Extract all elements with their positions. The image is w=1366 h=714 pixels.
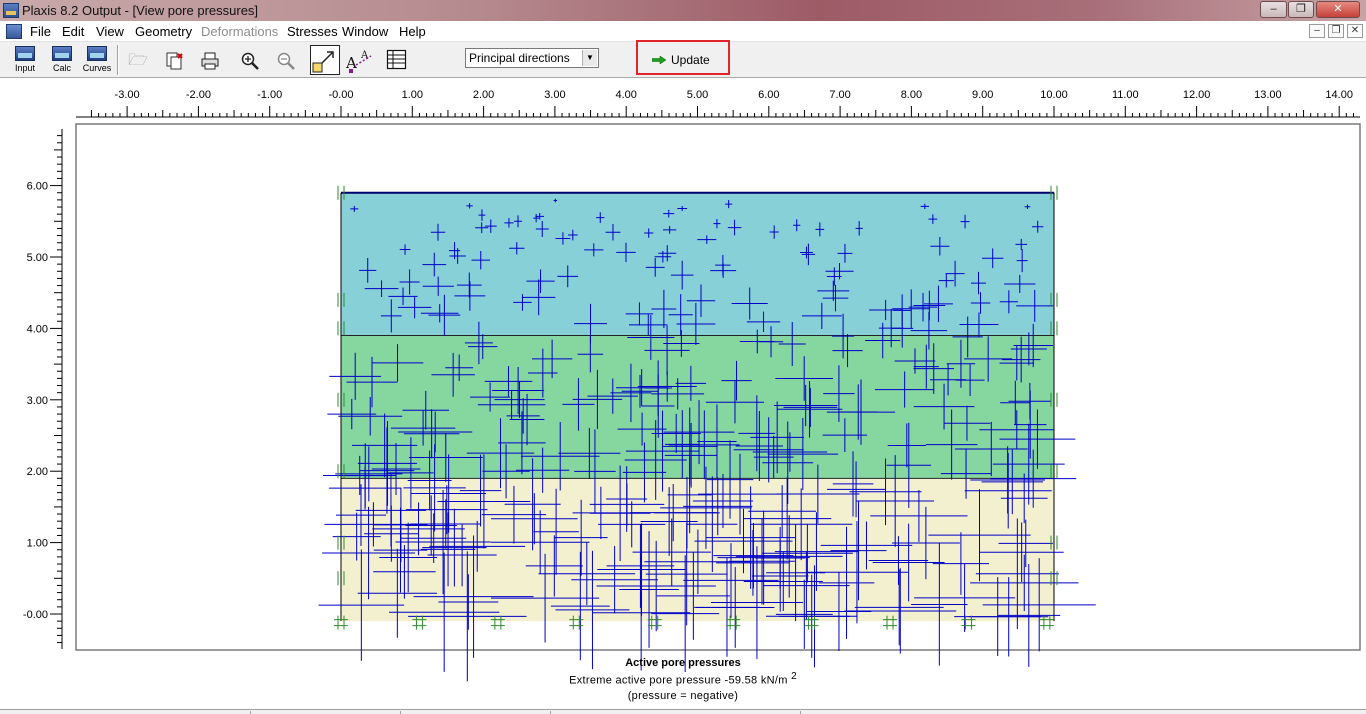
y-tick-label: 6.00 bbox=[27, 181, 48, 193]
x-tick-label: -1.00 bbox=[257, 89, 282, 101]
x-tick-label: 14.00 bbox=[1325, 89, 1353, 101]
curves-program-button[interactable]: Curves bbox=[82, 45, 112, 75]
document-icon[interactable] bbox=[6, 24, 22, 39]
toolbar-separator bbox=[117, 45, 119, 75]
menu-file[interactable]: File bbox=[30, 24, 51, 39]
maximize-button[interactable]: ❐ bbox=[1288, 1, 1314, 18]
x-tick-label: 12.00 bbox=[1183, 89, 1211, 101]
input-program-button[interactable]: Input bbox=[10, 45, 40, 75]
chevron-down-icon[interactable]: ▼ bbox=[582, 50, 597, 66]
y-tick-label: 4.00 bbox=[27, 323, 48, 335]
menu-bar: File Edit View Geometry Deformations Str… bbox=[0, 21, 1366, 42]
view-mode-value: Principal directions bbox=[469, 51, 570, 65]
y-tick-label: -0.00 bbox=[23, 609, 48, 621]
mdi-minimize-button[interactable]: – bbox=[1309, 24, 1325, 38]
x-tick-label: -3.00 bbox=[115, 89, 140, 101]
close-button[interactable]: ✕ bbox=[1316, 1, 1360, 18]
x-tick-label: 13.00 bbox=[1254, 89, 1282, 101]
window-title: Plaxis 8.2 Output - [View pore pressures… bbox=[22, 3, 259, 18]
x-tick-label: 1.00 bbox=[402, 89, 423, 101]
curves-program-label: Curves bbox=[82, 63, 112, 73]
plot-caption-title: Active pore pressures bbox=[625, 657, 741, 669]
print-icon[interactable] bbox=[200, 51, 220, 71]
menu-window[interactable]: Window bbox=[342, 24, 388, 39]
status-bar bbox=[0, 709, 1366, 714]
x-tick-label: 6.00 bbox=[758, 89, 779, 101]
menu-stresses[interactable]: Stresses bbox=[287, 24, 338, 39]
table-icon[interactable] bbox=[386, 49, 408, 71]
annotation-icon[interactable]: AA bbox=[345, 46, 376, 74]
view-mode-dropdown[interactable]: Principal directions ▼ bbox=[465, 48, 599, 68]
y-tick-label: 3.00 bbox=[27, 395, 48, 407]
mdi-close-button[interactable]: ✕ bbox=[1347, 24, 1363, 38]
menu-view[interactable]: View bbox=[96, 24, 124, 39]
input-program-label: Input bbox=[14, 63, 36, 73]
menu-geometry[interactable]: Geometry bbox=[135, 24, 192, 39]
menu-edit[interactable]: Edit bbox=[62, 24, 84, 39]
curves-program-icon bbox=[87, 46, 107, 61]
calc-program-button[interactable]: Calc bbox=[47, 45, 77, 75]
x-tick-label: -0.00 bbox=[328, 89, 353, 101]
pore-pressure-plot[interactable]: -3.00 -2.00 -1.00 -0.00 1.00 2.00 3.00 4.00 5.00… bbox=[0, 79, 1366, 709]
y-tick-label: 2.00 bbox=[27, 466, 48, 478]
y-tick-label: 1.00 bbox=[27, 538, 48, 550]
scale-vectors-icon[interactable] bbox=[310, 45, 340, 75]
calc-program-icon bbox=[52, 46, 72, 61]
plot-caption-note: (pressure = negative) bbox=[627, 690, 739, 702]
open-folder-icon[interactable]: 🗁 bbox=[128, 51, 148, 71]
calc-program-label: Calc bbox=[52, 63, 71, 73]
plot-caption-extreme: Extreme active pore pressure -59.58 kN/m… bbox=[0, 671, 1366, 687]
x-tick-label: 2.00 bbox=[473, 89, 494, 101]
unit-superscript: 2 bbox=[791, 671, 797, 682]
y-tick-label: 5.00 bbox=[27, 252, 48, 264]
plot-area[interactable]: -3.00 -2.00 -1.00 -0.00 1.00 2.00 3.00 4.00 5.00… bbox=[0, 79, 1366, 709]
x-tick-label: -2.00 bbox=[186, 89, 211, 101]
x-tick-label: 8.00 bbox=[901, 89, 922, 101]
copy-to-clipboard-icon[interactable] bbox=[164, 51, 184, 71]
plaxis-app-icon[interactable] bbox=[3, 3, 19, 18]
x-tick-label: 3.00 bbox=[544, 89, 565, 101]
x-tick-label: 10.00 bbox=[1040, 89, 1068, 101]
extreme-pressure-text: Extreme active pore pressure -59.58 kN/m bbox=[569, 674, 788, 687]
zoom-in-icon[interactable] bbox=[240, 51, 260, 71]
menu-deformations[interactable]: Deformations bbox=[201, 24, 278, 39]
input-program-icon bbox=[15, 46, 35, 61]
zoom-out-icon[interactable] bbox=[276, 51, 296, 71]
x-tick-label: 9.00 bbox=[972, 89, 993, 101]
menu-help[interactable]: Help bbox=[399, 24, 426, 39]
svg-text:A: A bbox=[360, 50, 369, 61]
x-tick-label: 7.00 bbox=[829, 89, 850, 101]
minimize-button[interactable]: – bbox=[1260, 1, 1287, 18]
title-bar: Plaxis 8.2 Output - [View pore pressures… bbox=[0, 0, 1366, 21]
mdi-restore-button[interactable]: ❐ bbox=[1328, 24, 1344, 38]
x-tick-label: 5.00 bbox=[687, 89, 708, 101]
x-tick-label: 11.00 bbox=[1112, 89, 1139, 101]
soil-layer-top bbox=[341, 192, 1054, 336]
x-tick-label: 4.00 bbox=[615, 89, 636, 101]
highlight-box bbox=[636, 40, 730, 75]
